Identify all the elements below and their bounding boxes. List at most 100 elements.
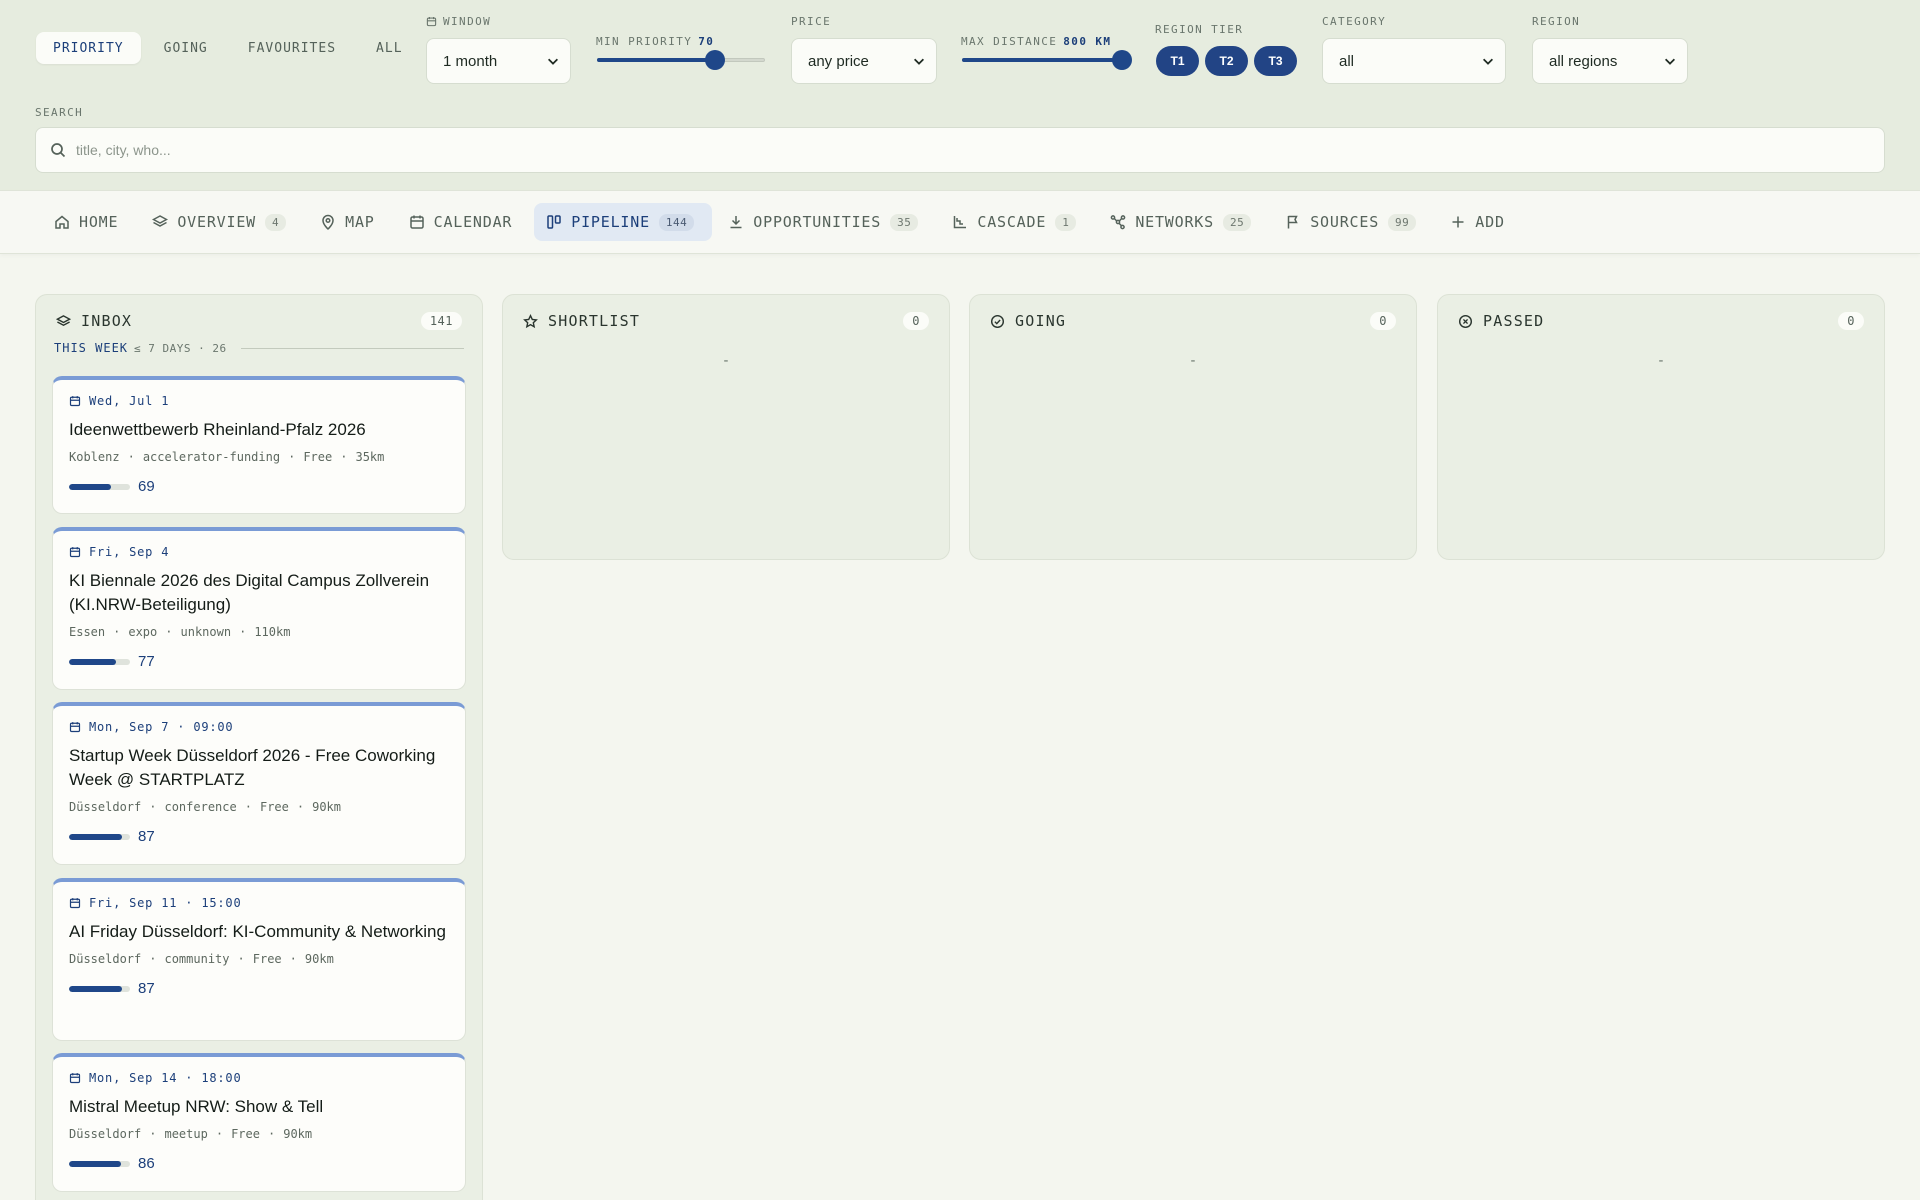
price-label: PRICE bbox=[791, 15, 831, 28]
slider-fill bbox=[597, 58, 715, 62]
week-meta: ≤ 7 DAYS · 26 bbox=[134, 341, 227, 355]
event-card[interactable]: Mon, Sep 7 · 09:00 Startup Week Düsseldo… bbox=[52, 702, 466, 865]
network-icon bbox=[1110, 215, 1126, 230]
meta-separator: · bbox=[149, 800, 157, 814]
price-select[interactable]: any price bbox=[791, 38, 937, 84]
tier-t3-button[interactable]: T3 bbox=[1254, 46, 1297, 76]
score-bar bbox=[69, 833, 130, 840]
calendar-icon bbox=[409, 215, 424, 229]
priority-score: 69 bbox=[69, 478, 449, 495]
column-header: SHORTLIST 0 bbox=[503, 295, 949, 347]
slider-thumb[interactable] bbox=[704, 50, 725, 70]
tab-pipeline[interactable]: PIPELINE 144 bbox=[534, 203, 713, 241]
event-card[interactable]: Wed, Jul 1 Ideenwettbewerb Rheinland-Pfa… bbox=[52, 376, 466, 514]
window-label: WINDOW bbox=[426, 15, 491, 28]
window-label-text: WINDOW bbox=[443, 15, 492, 28]
score-bar bbox=[69, 1160, 130, 1167]
tab-label: CALENDAR bbox=[433, 213, 513, 231]
category-select[interactable]: all bbox=[1322, 38, 1506, 84]
column-title: INBOX bbox=[81, 312, 133, 330]
plus-icon bbox=[1452, 216, 1464, 228]
event-card[interactable]: Fri, Sep 4 KI Biennale 2026 des Digital … bbox=[52, 527, 466, 690]
event-city: Koblenz bbox=[69, 450, 120, 464]
meta-separator: · bbox=[267, 1127, 276, 1141]
window-select-value: 1 month bbox=[443, 52, 498, 70]
priority-score: 87 bbox=[69, 980, 449, 997]
download-icon bbox=[730, 216, 742, 229]
search-input[interactable] bbox=[76, 142, 1870, 158]
tab-sources[interactable]: SOURCES 99 bbox=[1273, 203, 1434, 241]
column-header: PASSED 0 bbox=[1438, 295, 1884, 347]
meta-separator: · bbox=[288, 450, 296, 464]
empty-placeholder: - bbox=[1188, 353, 1198, 369]
score-value: 77 bbox=[138, 653, 155, 670]
chevron-down-icon bbox=[1665, 58, 1675, 65]
tier-t1-button[interactable]: T1 bbox=[1156, 46, 1199, 76]
region-tier-label: REGION TIER bbox=[1155, 23, 1243, 36]
event-title: AI Friday Düsseldorf: KI-Community & Net… bbox=[69, 922, 446, 941]
column-count: 0 bbox=[1370, 312, 1396, 330]
window-select[interactable]: 1 month bbox=[426, 38, 571, 84]
column-shortlist: SHORTLIST 0 - bbox=[502, 294, 950, 560]
meta-separator: · bbox=[239, 625, 247, 639]
max-distance-label: MAX DISTANCE 800 KM bbox=[961, 35, 1111, 48]
score-value: 69 bbox=[138, 478, 155, 495]
min-priority-slider[interactable] bbox=[597, 50, 765, 70]
priority-score: 87 bbox=[69, 828, 449, 845]
column-passed: PASSED 0 - bbox=[1437, 294, 1885, 560]
event-date-text: Wed, Jul 1 bbox=[89, 394, 170, 408]
meta-separator: · bbox=[289, 952, 297, 966]
search-box bbox=[35, 127, 1885, 173]
region-select[interactable]: all regions bbox=[1532, 38, 1688, 84]
column-title: PASSED bbox=[1483, 312, 1545, 330]
tab-label: MAP bbox=[345, 213, 375, 231]
tab-networks[interactable]: NETWORKS 25 bbox=[1098, 203, 1269, 241]
calendar-icon bbox=[69, 547, 81, 558]
event-meta: Düsseldorf · conference · Free · 90km bbox=[69, 800, 449, 814]
column-going: GOING 0 - bbox=[969, 294, 1417, 560]
event-title: Startup Week Düsseldorf 2026 - Free Cowo… bbox=[69, 746, 436, 789]
event-category: conference bbox=[164, 800, 237, 814]
tab-badge: 1 bbox=[1055, 213, 1077, 231]
event-price: Free bbox=[231, 1127, 260, 1141]
event-meta: Koblenz · accelerator-funding · Free · 35km bbox=[69, 450, 449, 464]
event-date-text: Mon, Sep 7 · 09:00 bbox=[89, 720, 234, 734]
tab-map[interactable]: MAP bbox=[308, 203, 393, 241]
event-card[interactable]: Fri, Sep 11 · 15:00 AI Friday Düsseldorf… bbox=[52, 878, 466, 1041]
event-price: Free bbox=[303, 450, 333, 464]
tab-badge: 25 bbox=[1222, 213, 1252, 231]
max-distance-value: 800 KM bbox=[1063, 35, 1112, 48]
tab-home[interactable]: HOME bbox=[42, 203, 136, 241]
view-all-button[interactable]: ALL bbox=[359, 32, 419, 64]
event-meta: Düsseldorf · community · Free · 90km bbox=[69, 952, 449, 966]
event-date: Wed, Jul 1 bbox=[69, 394, 449, 408]
chevron-down-icon bbox=[1483, 58, 1493, 65]
view-priority-button[interactable]: PRIORITY bbox=[36, 32, 141, 64]
meta-separator: · bbox=[149, 1127, 157, 1141]
tab-overview[interactable]: OVERVIEW 4 bbox=[140, 203, 304, 241]
tab-add[interactable]: ADD bbox=[1438, 203, 1523, 241]
event-distance: 35km bbox=[355, 450, 385, 464]
search-label: SEARCH bbox=[35, 106, 83, 119]
event-card[interactable]: Mon, Sep 14 · 18:00 Mistral Meetup NRW: … bbox=[52, 1053, 466, 1192]
tab-label: OPPORTUNITIES bbox=[753, 213, 882, 231]
slider-thumb[interactable] bbox=[1112, 50, 1132, 70]
tab-calendar[interactable]: CALENDAR bbox=[397, 203, 531, 241]
event-title: Mistral Meetup NRW: Show & Tell bbox=[69, 1097, 324, 1116]
view-favourites-button[interactable]: FAVOURITES bbox=[231, 32, 353, 64]
tier-t2-button[interactable]: T2 bbox=[1205, 46, 1248, 76]
event-meta: Essen · expo · unknown · 110km bbox=[69, 625, 449, 639]
score-bar bbox=[69, 483, 130, 490]
tab-label: HOME bbox=[79, 213, 119, 231]
view-going-button[interactable]: GOING bbox=[147, 32, 225, 64]
tab-cascade[interactable]: CASCADE 1 bbox=[940, 203, 1094, 241]
event-date-text: Fri, Sep 4 bbox=[89, 545, 170, 559]
event-date: Mon, Sep 14 · 18:00 bbox=[69, 1071, 449, 1085]
event-distance: 90km bbox=[312, 800, 342, 814]
tab-badge: 35 bbox=[890, 213, 919, 231]
tab-label: ADD bbox=[1475, 213, 1505, 231]
tab-label: CASCADE bbox=[977, 213, 1047, 231]
max-distance-slider[interactable] bbox=[962, 50, 1132, 70]
tab-opportunities[interactable]: OPPORTUNITIES 35 bbox=[716, 203, 936, 241]
region-label: REGION bbox=[1532, 15, 1580, 28]
